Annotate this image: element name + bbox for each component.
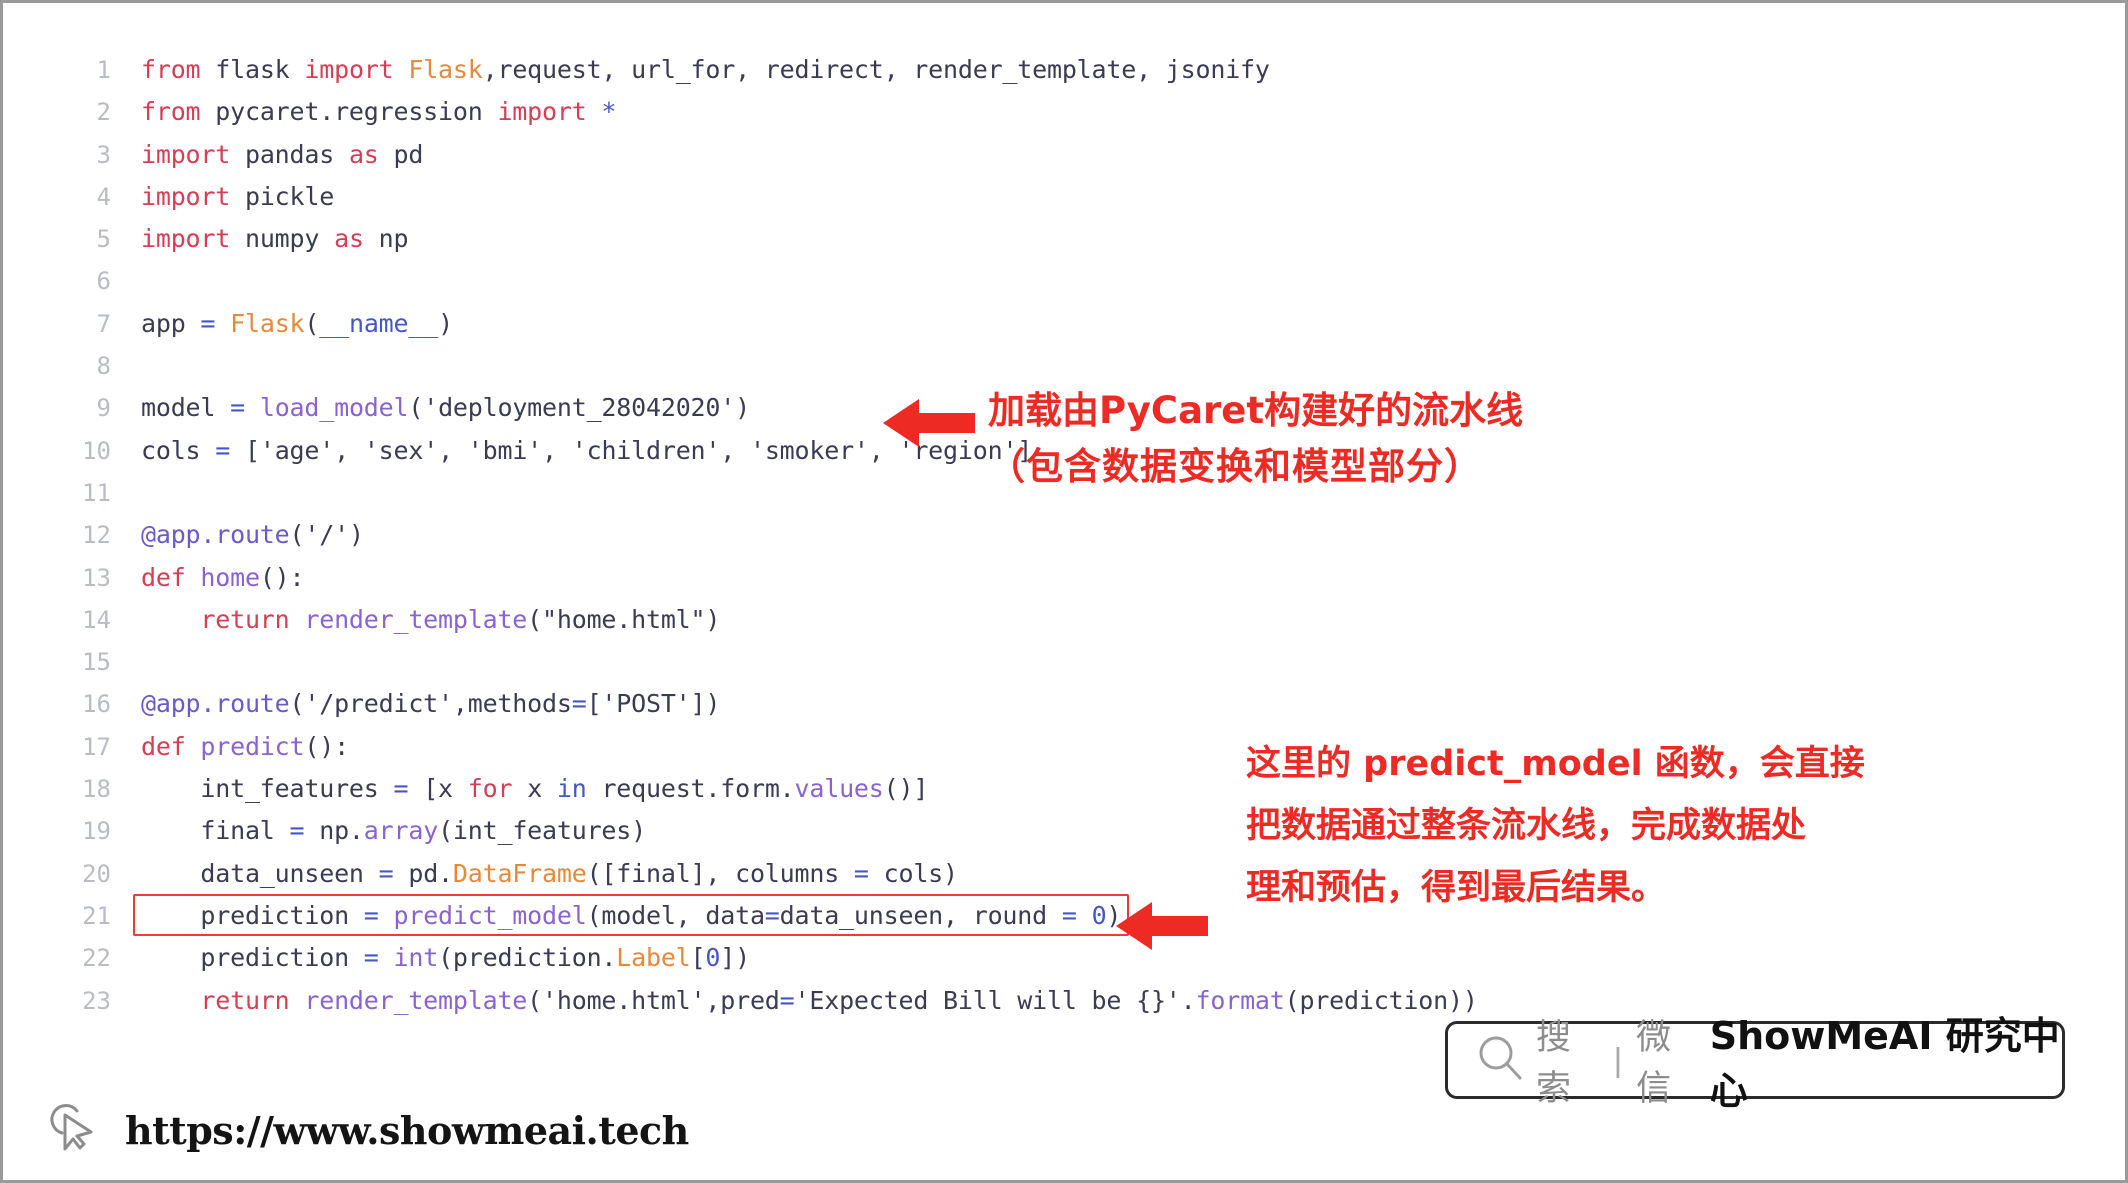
code-line-text: return render_template("home.html")	[200, 604, 721, 634]
code-line: 4 import pickle	[63, 176, 1523, 218]
code-line-text: @app.route('/')	[141, 520, 364, 550]
code-line-text: prediction = predict_model(model, data=d…	[133, 893, 1130, 937]
line-number: 10	[82, 436, 111, 465]
left-arrow-icon	[883, 395, 975, 451]
code-line: 16 @app.route('/predict',methods=['POST'…	[63, 683, 1523, 725]
code-line: 23 return render_template('home.html',pr…	[63, 980, 1523, 1022]
annotation-load-pipeline: 加载由PyCaret构建好的流水线 （包含数据变换和模型部分）	[988, 383, 1523, 495]
left-arrow-icon	[1116, 898, 1208, 954]
code-line-text: return render_template('home.html',pred=…	[200, 985, 1478, 1015]
annotation-line: 这里的 predict_model 函数，会直接	[1246, 744, 1865, 784]
code-line-text: model = load_model('deployment_28042020'…	[141, 393, 750, 423]
line-number: 8	[96, 352, 111, 381]
line-number: 2	[96, 98, 111, 127]
code-line: 14 return render_template("home.html")	[63, 599, 1523, 641]
annotation-line: 加载由PyCaret构建好的流水线	[988, 389, 1524, 432]
line-number: 22	[82, 944, 111, 973]
code-line-text: def predict():	[141, 731, 349, 761]
channel-label: 微信	[1636, 1018, 1672, 1109]
search-icon	[1474, 1032, 1526, 1089]
line-number: 12	[82, 521, 111, 550]
annotation-line: 把数据通过整条流水线，完成数据处	[1246, 806, 1807, 846]
code-line-text: final = np.array(int_features)	[141, 816, 646, 846]
line-number: 23	[82, 986, 111, 1015]
slide-canvas: 1 from flask import Flask,request, url_f…	[0, 0, 2128, 1183]
code-line: 8	[63, 345, 1523, 387]
code-line-text: app = Flask(__name__)	[141, 308, 453, 338]
code-line-text: from pycaret.regression import *	[141, 97, 617, 127]
line-number: 14	[82, 605, 111, 634]
annotation-line: （包含数据变换和模型部分）	[988, 445, 1482, 488]
code-line: 3 import pandas as pd	[63, 134, 1523, 176]
code-line-text: import numpy as np	[141, 224, 409, 254]
search-label: 搜索	[1536, 1018, 1572, 1109]
wechat-search-badge[interactable]: 搜索 | 微信 ShowMeAI 研究中心	[1445, 1014, 2065, 1113]
line-number: 5	[96, 225, 111, 254]
code-line-text: @app.route('/predict',methods=['POST'])	[141, 689, 721, 719]
cursor-pointer-icon	[47, 1101, 101, 1160]
line-number: 19	[82, 817, 111, 846]
code-line-text: data_unseen = pd.DataFrame([final], colu…	[141, 858, 958, 888]
line-number: 17	[82, 732, 111, 761]
line-number: 7	[96, 309, 111, 338]
code-line: 2 from pycaret.regression import *	[63, 91, 1523, 133]
brand-name: ShowMeAI 研究中心	[1709, 1014, 2060, 1113]
line-number: 21	[82, 901, 111, 930]
code-line-text: from flask import Flask,request, url_for…	[141, 55, 1270, 84]
code-line: 22 prediction = int(prediction.Label[0])	[63, 937, 1523, 979]
line-number: 20	[82, 859, 111, 888]
code-line-text: import pandas as pd	[141, 139, 424, 169]
code-line: 6	[63, 260, 1523, 302]
line-number: 4	[96, 182, 111, 211]
annotation-line: 理和预估，得到最后结果。	[1246, 868, 1667, 908]
code-line: 7 app = Flask(__name__)	[63, 303, 1523, 345]
site-url[interactable]: https://www.showmeai.tech	[125, 1108, 689, 1153]
line-number: 16	[82, 690, 111, 719]
footer-url[interactable]: https://www.showmeai.tech	[47, 1101, 689, 1160]
code-line: 1 from flask import Flask,request, url_f…	[63, 49, 1523, 91]
code-line: 12 @app.route('/')	[63, 514, 1523, 556]
code-line: 15	[63, 641, 1523, 683]
code-line-text: import pickle	[141, 181, 335, 211]
line-number: 3	[96, 140, 111, 169]
code-line-text: prediction = int(prediction.Label[0])	[141, 943, 750, 973]
annotation-predict-model: 这里的 predict_model 函数，会直接 把数据通过整条流水线，完成数据…	[1246, 733, 1865, 919]
line-number: 18	[82, 775, 111, 804]
line-number: 6	[96, 267, 111, 296]
line-number: 1	[96, 56, 111, 84]
code-line: 5 import numpy as np	[63, 218, 1523, 260]
line-number: 9	[96, 394, 111, 423]
line-number: 13	[82, 563, 111, 592]
code-line-text: int_features = [x for x in request.form.…	[141, 774, 929, 804]
code-line-text: def home():	[141, 562, 305, 592]
line-number: 15	[82, 648, 111, 677]
code-line: 13 def home():	[63, 557, 1523, 599]
badge-separator: |	[1613, 1041, 1623, 1078]
line-number: 11	[82, 478, 111, 507]
